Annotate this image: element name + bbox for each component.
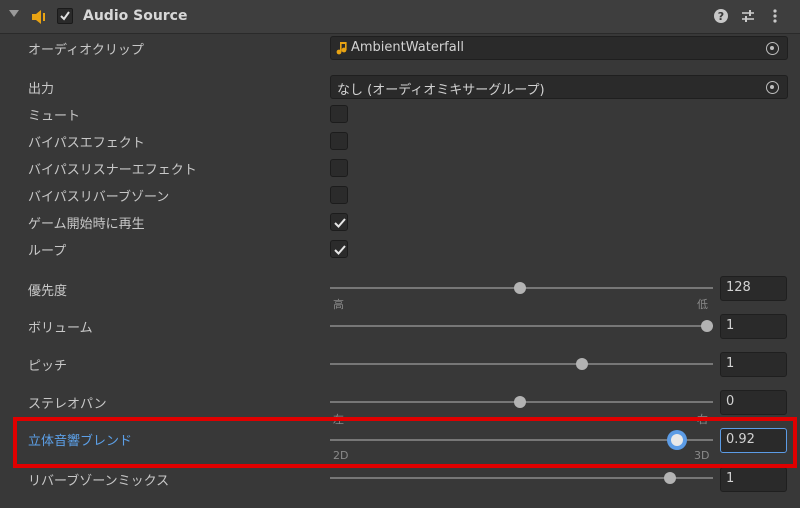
music-note-icon xyxy=(336,41,348,59)
volume-label: ボリューム xyxy=(28,321,93,336)
stereo-pan-slider-knob[interactable] xyxy=(514,396,526,408)
mute-label: ミュート xyxy=(28,109,81,124)
pitch-slider-track[interactable] xyxy=(330,363,713,365)
output-field[interactable]: なし (オーディオミキサーグループ) xyxy=(330,75,788,99)
audio-clip-value: AmbientWaterfall xyxy=(351,40,464,55)
audio-clip-label: オーディオクリップ xyxy=(28,43,144,58)
component-enable-checkbox[interactable] xyxy=(57,8,73,24)
volume-slider-track[interactable] xyxy=(330,325,713,327)
play-on-awake-label: ゲーム開始時に再生 xyxy=(28,217,145,232)
pitch-input[interactable]: 1 xyxy=(720,352,787,377)
reverb-zone-mix-label: リバーブゾーンミックス xyxy=(28,474,170,489)
bypass-effects-label: バイパスエフェクト xyxy=(28,136,145,151)
loop-checkbox[interactable] xyxy=(330,240,348,258)
bypass-listener-effects-checkbox[interactable] xyxy=(330,159,348,177)
bypass-reverb-zones-label: バイパスリバーブゾーン xyxy=(28,190,170,205)
svg-text:?: ? xyxy=(718,10,724,23)
stereo-pan-label: ステレオパン xyxy=(28,397,107,412)
pitch-label: ピッチ xyxy=(28,359,68,374)
object-picker-icon[interactable] xyxy=(766,42,779,55)
stereo-pan-input[interactable]: 0 xyxy=(720,390,787,415)
speaker-icon xyxy=(31,9,48,25)
pitch-slider-knob[interactable] xyxy=(576,358,589,370)
priority-max-label: 低 xyxy=(697,298,708,311)
priority-input[interactable]: 128 xyxy=(720,276,787,301)
preset-icon[interactable] xyxy=(740,8,756,24)
mute-checkbox[interactable] xyxy=(330,105,348,123)
reverb-zone-mix-input[interactable]: 1 xyxy=(720,467,787,492)
menu-icon[interactable] xyxy=(767,8,783,24)
output-label: 出力 xyxy=(28,82,55,97)
volume-input[interactable]: 1 xyxy=(720,314,787,339)
component-title: Audio Source xyxy=(83,8,188,24)
output-value: なし (オーディオミキサーグループ) xyxy=(337,83,545,98)
bypass-reverb-zones-checkbox[interactable] xyxy=(330,186,348,204)
audio-clip-field[interactable]: AmbientWaterfall xyxy=(330,36,788,60)
priority-slider-knob[interactable] xyxy=(514,282,526,294)
play-on-awake-checkbox[interactable] xyxy=(330,213,348,231)
priority-label: 優先度 xyxy=(28,284,68,299)
bypass-effects-checkbox[interactable] xyxy=(330,132,348,150)
priority-min-label: 高 xyxy=(333,298,344,311)
bypass-listener-effects-label: バイパスリスナーエフェクト xyxy=(28,163,197,178)
reverb-zone-mix-slider-knob[interactable] xyxy=(663,472,676,484)
object-picker-icon[interactable] xyxy=(766,81,779,94)
fold-arrow-icon[interactable] xyxy=(9,10,19,17)
volume-slider-knob[interactable] xyxy=(701,320,713,332)
help-icon[interactable]: ? xyxy=(713,8,729,24)
loop-label: ループ xyxy=(28,244,67,259)
highlight-frame xyxy=(13,417,797,468)
reverb-zone-mix-slider-track[interactable] xyxy=(330,477,713,479)
